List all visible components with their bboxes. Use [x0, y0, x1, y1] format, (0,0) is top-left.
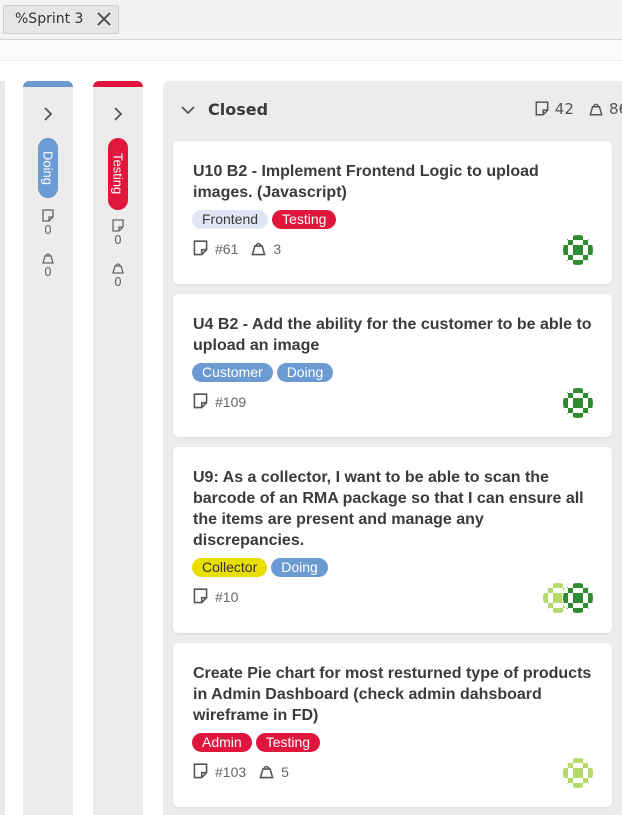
issue-meta: #109 — [192, 393, 246, 410]
issue-number[interactable]: #61 — [215, 241, 238, 257]
column-color-stripe — [23, 81, 73, 87]
issue-icon — [535, 101, 549, 116]
issue-number[interactable]: #10 — [215, 589, 238, 605]
weight-icon — [589, 103, 603, 116]
issue-labels: Collector Doing — [192, 558, 328, 577]
issue-meta: #61 3 — [192, 240, 281, 257]
issue-icon — [42, 209, 54, 222]
toolbar-strip — [0, 40, 622, 61]
issue-icon — [112, 219, 124, 232]
column-closed: Closed 42 86 U10 B2 - Implement Frontend… — [163, 81, 622, 815]
issue-weight: 5 — [281, 763, 289, 780]
issue-meta: #103 5 — [192, 763, 289, 780]
column-weight: 0 — [110, 261, 126, 289]
tab-sprint-3[interactable]: %Sprint 3 — [3, 5, 119, 34]
issue-number[interactable]: #103 — [215, 764, 246, 780]
issue-card[interactable]: U4 B2 - Add the ability for the customer… — [173, 294, 612, 437]
issue-title[interactable]: U4 B2 - Add the ability for the customer… — [193, 314, 593, 356]
column-title: Closed — [208, 100, 269, 119]
column-color-stripe — [93, 81, 143, 87]
issue-card[interactable]: Create Pie chart for most resturned type… — [173, 643, 612, 807]
issue-icon — [193, 393, 208, 409]
weight-icon — [42, 253, 54, 264]
issue-labels: Frontend Testing — [192, 210, 337, 229]
column-name-pill: Doing — [38, 138, 58, 198]
label-badge[interactable]: Customer — [192, 363, 273, 382]
column-task-count: 0 — [40, 209, 56, 237]
weight-icon — [259, 765, 274, 779]
label-badge[interactable]: Frontend — [192, 210, 269, 229]
issue-title[interactable]: U10 B2 - Implement Frontend Logic to upl… — [193, 161, 593, 203]
column-task-count: 0 — [110, 219, 126, 247]
issue-card[interactable]: U9: As a collector, I want to be able to… — [173, 447, 612, 633]
issue-icon — [193, 763, 208, 779]
label-badge[interactable]: Collector — [192, 558, 268, 577]
label-badge[interactable]: Testing — [272, 210, 337, 229]
issue-weight: 3 — [273, 240, 282, 257]
close-icon[interactable] — [96, 11, 112, 27]
label-badge[interactable]: Doing — [271, 558, 328, 577]
issue-labels: Customer Doing — [192, 363, 334, 382]
column-header: Closed 42 86 — [163, 81, 622, 139]
issue-icon — [193, 240, 208, 256]
issue-number[interactable]: #109 — [215, 394, 246, 410]
tab-title: %Sprint 3 — [15, 11, 84, 27]
tab-bar: %Sprint 3 — [0, 0, 622, 40]
label-badge[interactable]: Testing — [255, 733, 321, 752]
column-doing-collapsed[interactable]: Doing 0 0 — [23, 81, 73, 815]
issue-icon — [193, 588, 208, 604]
column-task-count: 42 — [554, 100, 574, 118]
column-testing-collapsed[interactable]: Testing 0 0 — [93, 81, 143, 815]
chevron-down-icon[interactable] — [179, 103, 197, 117]
issue-meta: #10 — [192, 588, 238, 605]
issue-title[interactable]: U9: As a collector, I want to be able to… — [193, 467, 593, 551]
column-weight: 0 — [40, 251, 56, 279]
column-name-pill: Testing — [108, 138, 128, 210]
issue-labels: Admin Testing — [192, 733, 321, 752]
assignee-avatar[interactable] — [562, 757, 594, 789]
weight-icon — [251, 242, 266, 256]
assignee-avatar[interactable] — [562, 234, 594, 266]
chevron-right-icon[interactable] — [111, 105, 125, 123]
weight-icon — [112, 263, 124, 274]
chevron-right-icon[interactable] — [41, 105, 55, 123]
column-weight: 86 — [608, 100, 622, 118]
assignee-avatar[interactable] — [562, 582, 594, 614]
board-column-partial — [0, 81, 5, 815]
column-meta: 42 86 — [534, 100, 622, 118]
issue-title[interactable]: Create Pie chart for most resturned type… — [193, 663, 593, 726]
label-badge[interactable]: Doing — [276, 363, 334, 382]
label-badge[interactable]: Admin — [192, 733, 252, 752]
issue-card[interactable]: U10 B2 - Implement Frontend Logic to upl… — [173, 141, 612, 284]
assignee-avatar[interactable] — [562, 387, 594, 419]
